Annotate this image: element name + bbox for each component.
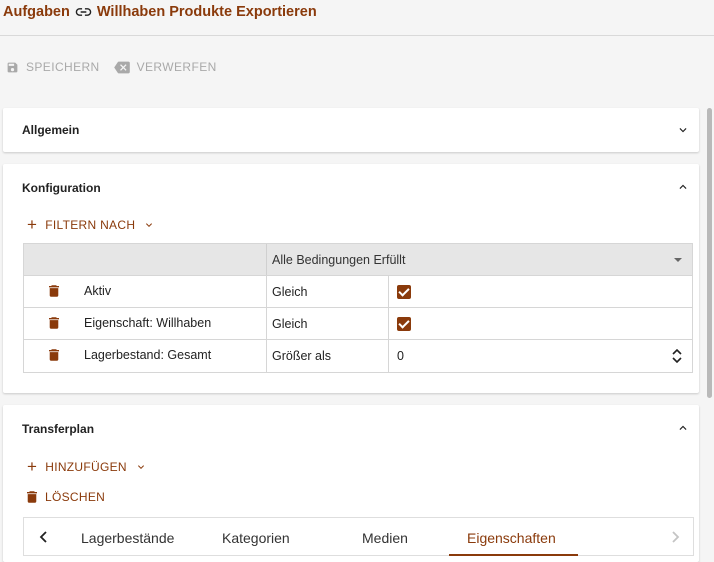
discard-button[interactable]: VERWERFEN (113, 60, 217, 74)
chevron-down-icon (146, 222, 153, 227)
plus-icon: + (27, 457, 38, 476)
breadcrumb: Aufgaben Willhaben Produkte Exportieren (3, 3, 317, 21)
tab-medien[interactable]: Medien (362, 530, 408, 546)
tab-lagerbestaende[interactable]: Lagerbestände (81, 530, 174, 546)
scrollbar[interactable] (707, 108, 712, 398)
tab-bar: Lagerbestände Kategorien Medien Eigensch… (23, 517, 694, 556)
panel-general-title: Allgemein (22, 123, 80, 137)
trash-icon[interactable] (49, 285, 59, 297)
panel-config-title: Konfiguration (22, 181, 101, 195)
delete-label: LÖSCHEN (45, 490, 106, 504)
top-bar: Aufgaben Willhaben Produkte Exportieren (0, 0, 714, 36)
panel-transfer-title: Transferplan (22, 422, 95, 436)
filter-by-label: FILTERN NACH (45, 217, 136, 232)
chevron-down-icon (137, 464, 144, 469)
backspace-icon (113, 61, 130, 73)
active-tab-indicator (449, 554, 578, 556)
filter-table-header: Alle Bedingungen Erfüllt (24, 244, 692, 276)
filter-row: Aktiv Gleich (24, 276, 692, 308)
breadcrumb-parent[interactable]: Aufgaben (3, 4, 70, 20)
plus-icon: + (27, 215, 38, 234)
dropdown-caret-icon (674, 258, 682, 262)
filter-operator[interactable]: Gleich (267, 308, 389, 339)
tab-eigenschaften[interactable]: Eigenschaften (467, 530, 556, 546)
link-icon (75, 8, 92, 16)
chevron-down-icon[interactable] (676, 123, 690, 137)
filter-operator[interactable]: Größer als (267, 340, 389, 372)
chevron-up-icon[interactable] (676, 180, 690, 194)
filter-field: Lagerbestand: Gesamt (84, 348, 212, 362)
condition-mode-select[interactable]: Alle Bedingungen Erfüllt (267, 244, 692, 275)
discard-label: VERWERFEN (136, 60, 217, 74)
save-label: SPEICHERN (26, 60, 100, 74)
add-button[interactable]: + HINZUFÜGEN (27, 458, 147, 475)
chevron-left-icon[interactable] (38, 530, 50, 544)
condition-mode-value: Alle Bedingungen Erfüllt (272, 252, 406, 267)
filter-value-number-input[interactable]: 0 (389, 340, 692, 372)
page-title: Willhaben Produkte Exportieren (96, 4, 317, 20)
filter-row: Eigenschaft: Willhaben Gleich (24, 308, 692, 340)
filter-value-checkbox[interactable] (397, 316, 411, 331)
filter-value: 0 (397, 349, 404, 363)
save-icon (7, 62, 18, 72)
filter-table: Alle Bedingungen Erfüllt Aktiv Gleich Ei… (23, 243, 693, 373)
panel-transfer: Transferplan + HINZUFÜGEN LÖSCHEN Lagerb… (3, 405, 699, 562)
filter-value-checkbox[interactable] (397, 284, 411, 299)
panel-config: Konfiguration + FILTERN NACH Alle Beding… (3, 164, 699, 393)
filter-field: Eigenschaft: Willhaben (84, 316, 212, 330)
tab-kategorien[interactable]: Kategorien (222, 530, 290, 546)
filter-field: Aktiv (84, 284, 112, 298)
trash-icon[interactable] (49, 317, 59, 329)
action-bar: SPEICHERN VERWERFEN (6, 58, 231, 76)
stepper-icon[interactable] (672, 349, 682, 363)
panel-general[interactable]: Allgemein (3, 108, 699, 152)
chevron-up-icon[interactable] (676, 421, 690, 435)
trash-icon[interactable] (49, 349, 59, 361)
delete-button[interactable]: LÖSCHEN (27, 490, 105, 504)
filter-row: Lagerbestand: Gesamt Größer als 0 (24, 340, 692, 372)
trash-icon (27, 491, 37, 503)
chevron-right-icon[interactable] (669, 530, 681, 544)
filter-operator[interactable]: Gleich (267, 276, 389, 307)
add-label: HINZUFÜGEN (45, 459, 127, 474)
save-button[interactable]: SPEICHERN (6, 60, 100, 74)
filter-by-button[interactable]: + FILTERN NACH (27, 216, 155, 233)
